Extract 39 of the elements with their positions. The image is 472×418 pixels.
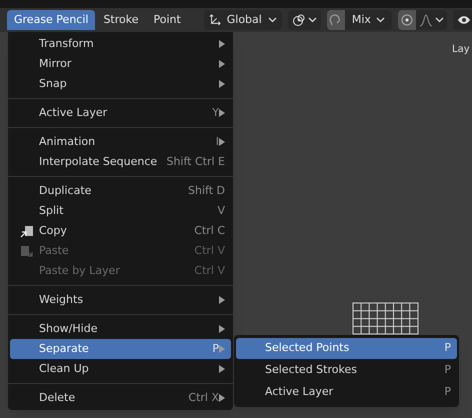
menu-item[interactable]: Selected Points P bbox=[236, 338, 457, 359]
menu-item[interactable]: Clean Up bbox=[10, 359, 231, 379]
orientation-dropdown[interactable]: Global bbox=[204, 10, 282, 30]
link-icon bbox=[292, 13, 306, 27]
menu-item[interactable]: Mirror bbox=[10, 54, 231, 74]
menu-item[interactable]: Split V bbox=[10, 201, 231, 221]
eye-icon bbox=[457, 14, 471, 26]
menu-item[interactable]: Copy Ctrl C bbox=[10, 221, 231, 241]
grid-drawing bbox=[352, 302, 419, 335]
pivot-dropdown[interactable] bbox=[288, 10, 321, 30]
menu-item[interactable]: Animation I bbox=[10, 132, 231, 152]
menu-tab[interactable]: Grease Pencil bbox=[7, 10, 96, 30]
menu-item[interactable]: Snap bbox=[10, 74, 231, 94]
caret-icon bbox=[434, 17, 444, 23]
menu-item[interactable]: Interpolate Sequence Shift Ctrl E bbox=[10, 152, 231, 172]
menu-item[interactable]: Active Layer P bbox=[236, 382, 457, 403]
menu-item[interactable]: Duplicate Shift D bbox=[10, 181, 231, 201]
menu-item[interactable]: Separate P bbox=[10, 339, 231, 359]
menu-item[interactable]: Selected Strokes P bbox=[236, 360, 457, 381]
menu-item[interactable]: Weights bbox=[10, 290, 231, 310]
caret-icon bbox=[308, 17, 317, 23]
menu-item[interactable]: Transform bbox=[10, 34, 231, 54]
axes-icon bbox=[208, 13, 221, 27]
menu-item[interactable]: Delete Ctrl X bbox=[10, 388, 231, 408]
snap-toggle[interactable] bbox=[326, 10, 345, 30]
caret-icon bbox=[376, 17, 385, 23]
visibility-button[interactable] bbox=[453, 10, 472, 30]
menu-item[interactable]: Show/Hide bbox=[10, 319, 231, 339]
target-icon bbox=[400, 14, 413, 26]
clipboard-icon bbox=[20, 224, 34, 238]
menu-item[interactable]: Active Layer Y bbox=[10, 103, 231, 123]
viewport-label: Lay bbox=[452, 43, 470, 57]
proportional-toggle[interactable] bbox=[398, 10, 416, 30]
caret-icon bbox=[268, 17, 277, 23]
clipboard-icon bbox=[20, 244, 34, 258]
magnet-icon bbox=[329, 14, 342, 26]
menu-tab[interactable]: Point bbox=[146, 10, 188, 30]
curve-icon bbox=[418, 14, 433, 26]
menu-tab[interactable]: Stroke bbox=[96, 10, 146, 30]
